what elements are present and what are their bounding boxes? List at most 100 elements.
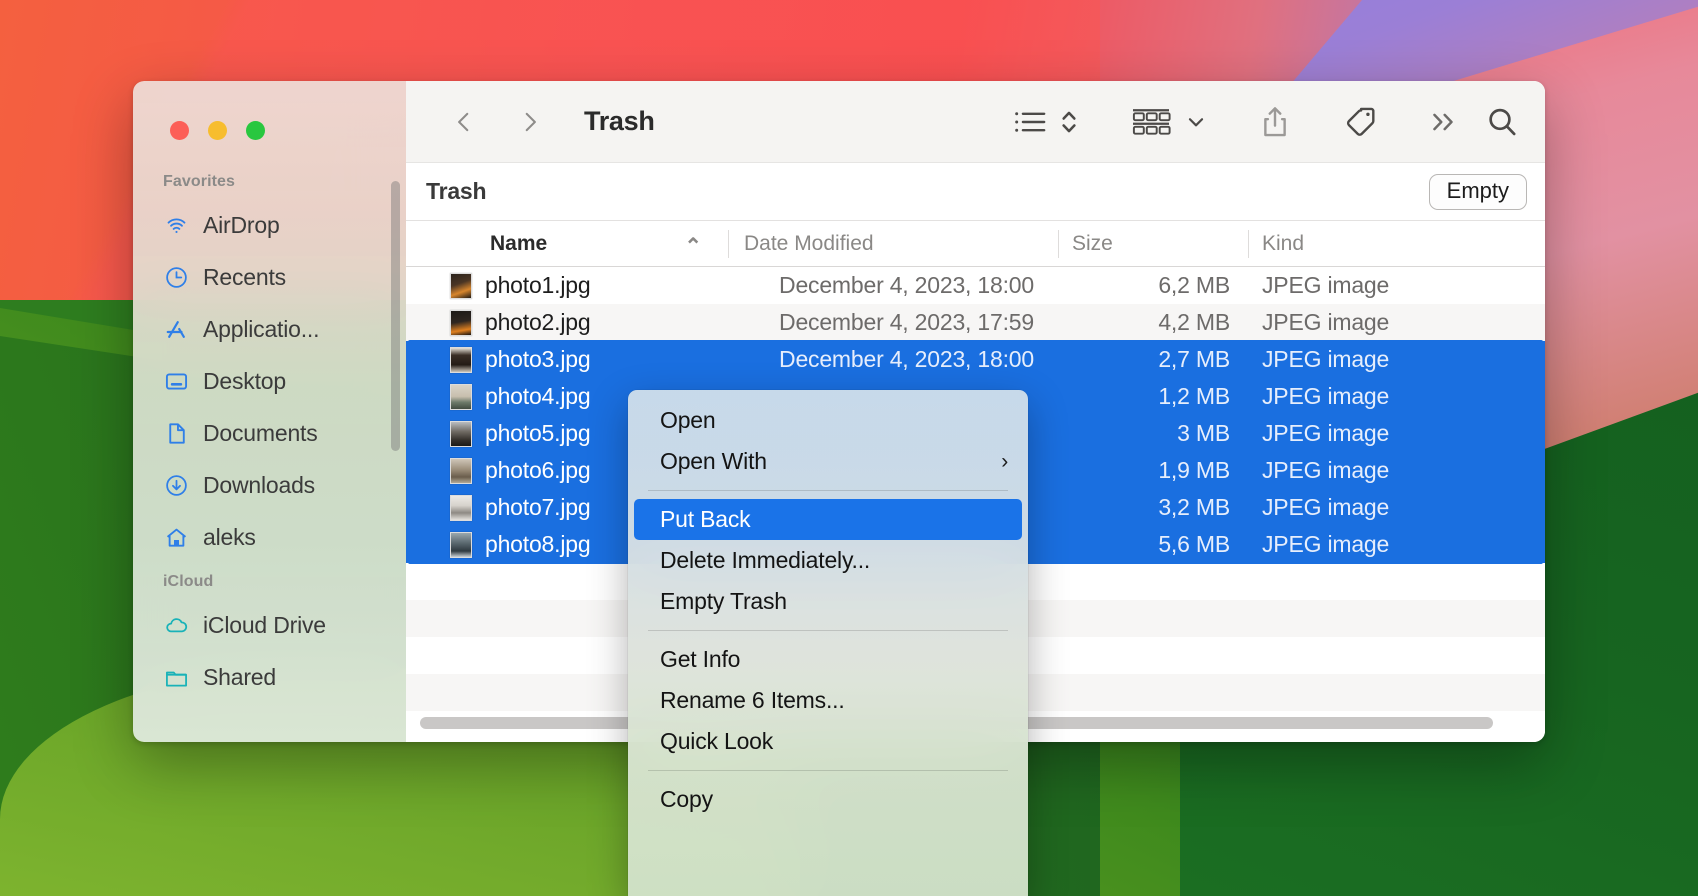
- file-name-label: photo3.jpg: [485, 346, 591, 372]
- file-date-cell: December 4, 2023, 18:00: [779, 346, 1034, 372]
- file-thumbnail-icon: [450, 494, 472, 521]
- menu-item-put-back[interactable]: Put Back: [634, 499, 1022, 540]
- file-kind-cell: JPEG image: [1262, 272, 1390, 298]
- download-icon: [163, 472, 189, 498]
- forward-button[interactable]: [506, 98, 554, 146]
- file-kind-cell: JPEG image: [1262, 383, 1390, 409]
- file-thumbnail-icon: [450, 309, 472, 336]
- sidebar-item-label: Applicatio...: [203, 315, 320, 342]
- sidebar-item-shared[interactable]: Shared: [133, 651, 406, 703]
- column-header-name-label: Name: [490, 231, 548, 255]
- file-kind-cell: JPEG image: [1262, 420, 1390, 446]
- file-name-label: photo7.jpg: [485, 494, 591, 520]
- menu-item-label: Rename 6 Items...: [660, 687, 845, 713]
- sidebar-scrollbar[interactable]: [391, 181, 400, 451]
- applications-icon: [163, 316, 189, 342]
- sidebar-item-icloud-drive[interactable]: iCloud Drive: [133, 599, 406, 651]
- file-kind-cell: JPEG image: [1262, 531, 1390, 557]
- minimize-button[interactable]: [208, 121, 227, 140]
- column-headers: Name ⌃ Date Modified Size Kind: [406, 221, 1545, 267]
- file-size-cell: 3,2 MB: [1158, 494, 1230, 520]
- menu-item-label: Put Back: [660, 506, 751, 532]
- sidebar-section-icloud-title: iCloud: [163, 573, 214, 590]
- sidebar-item-label: aleks: [203, 523, 256, 550]
- list-view-button[interactable]: [1013, 98, 1047, 146]
- file-kind-cell: JPEG image: [1262, 309, 1390, 335]
- sidebar-item-home[interactable]: aleks: [133, 511, 406, 563]
- sidebar: Favorites AirDrop Recents Applicatio... …: [133, 81, 406, 742]
- file-size-cell: 4,2 MB: [1158, 309, 1230, 335]
- file-name-cell: photo2.jpg: [406, 309, 728, 336]
- file-name-label: photo1.jpg: [485, 272, 591, 298]
- toolbar: Trash: [406, 81, 1545, 163]
- menu-item-label: Quick Look: [660, 728, 774, 754]
- back-button[interactable]: [440, 98, 488, 146]
- share-button[interactable]: [1259, 98, 1291, 146]
- menu-separator: [648, 630, 1008, 631]
- sidebar-item-airdrop[interactable]: AirDrop: [133, 199, 406, 251]
- column-header-kind[interactable]: Kind: [1248, 221, 1545, 267]
- sidebar-item-label: AirDrop: [203, 211, 280, 238]
- menu-item-quick-look[interactable]: Quick Look: [634, 721, 1022, 762]
- menu-item-label: Delete Immediately...: [660, 547, 871, 573]
- chevron-down-icon[interactable]: [1185, 98, 1207, 146]
- menu-item-label: Open With: [660, 448, 767, 474]
- file-name-cell: photo1.jpg: [406, 272, 728, 299]
- column-header-size-label: Size: [1072, 231, 1113, 255]
- menu-item-empty-trash[interactable]: Empty Trash: [634, 581, 1022, 622]
- tag-button[interactable]: [1343, 98, 1377, 146]
- file-name-label: photo5.jpg: [485, 420, 591, 446]
- document-icon: [163, 420, 189, 446]
- path-label: Trash: [426, 178, 487, 204]
- empty-trash-button[interactable]: Empty: [1428, 173, 1527, 210]
- sidebar-item-applications[interactable]: Applicatio...: [133, 303, 406, 355]
- file-size-cell: 1,9 MB: [1158, 457, 1230, 483]
- maximize-button[interactable]: [246, 121, 265, 140]
- menu-separator: [648, 770, 1008, 771]
- file-size-cell: 1,2 MB: [1158, 383, 1230, 409]
- column-header-name[interactable]: Name ⌃: [406, 221, 728, 267]
- sidebar-item-label: Shared: [203, 663, 276, 690]
- sidebar-item-desktop[interactable]: Desktop: [133, 355, 406, 407]
- column-header-date[interactable]: Date Modified: [728, 221, 1058, 267]
- table-row[interactable]: photo3.jpg December 4, 2023, 18:00 2,7 MB J…: [406, 341, 1545, 378]
- group-by-button[interactable]: [1131, 98, 1171, 146]
- menu-item-delete-immediately[interactable]: Delete Immediately...: [634, 540, 1022, 581]
- sort-button[interactable]: [1059, 98, 1079, 146]
- menu-item-copy[interactable]: Copy: [634, 779, 1022, 820]
- file-size-cell: 6,2 MB: [1158, 272, 1230, 298]
- menu-item-label: Copy: [660, 786, 713, 812]
- path-bar: Trash Empty: [406, 163, 1545, 221]
- column-header-size[interactable]: Size: [1058, 221, 1248, 267]
- airdrop-icon: [163, 212, 189, 238]
- column-header-date-label: Date Modified: [744, 231, 874, 255]
- menu-item-label: Empty Trash: [660, 588, 787, 614]
- file-size-cell: 5,6 MB: [1158, 531, 1230, 557]
- file-thumbnail-icon: [450, 420, 472, 447]
- sidebar-item-recents[interactable]: Recents: [133, 251, 406, 303]
- table-row[interactable]: photo1.jpg December 4, 2023, 18:00 6,2 MB J…: [406, 267, 1545, 304]
- menu-item-get-info[interactable]: Get Info: [634, 639, 1022, 680]
- sidebar-item-downloads[interactable]: Downloads: [133, 459, 406, 511]
- submenu-chevron-icon: ›: [1001, 449, 1008, 473]
- search-button[interactable]: [1485, 98, 1519, 146]
- file-kind-cell: JPEG image: [1262, 494, 1390, 520]
- menu-item-open[interactable]: Open: [634, 400, 1022, 441]
- menu-item-open-with[interactable]: Open With ›: [634, 441, 1022, 482]
- sidebar-section-favorites-title: Favorites: [163, 173, 236, 190]
- file-size-cell: 2,7 MB: [1158, 346, 1230, 372]
- sidebar-item-label: Recents: [203, 263, 286, 290]
- more-toolbar-button[interactable]: [1429, 98, 1459, 146]
- menu-item-label: Get Info: [660, 646, 741, 672]
- sort-ascending-icon: ⌃: [684, 234, 702, 258]
- sidebar-item-label: Desktop: [203, 367, 286, 394]
- menu-item-rename-6-items[interactable]: Rename 6 Items...: [634, 680, 1022, 721]
- sidebar-item-documents[interactable]: Documents: [133, 407, 406, 459]
- page-title: Trash: [584, 106, 655, 136]
- file-name-label: photo8.jpg: [485, 531, 591, 557]
- table-row[interactable]: photo2.jpg December 4, 2023, 17:59 4,2 MB J…: [406, 304, 1545, 341]
- sidebar-item-label: Documents: [203, 419, 318, 446]
- file-thumbnail-icon: [450, 383, 472, 410]
- close-button[interactable]: [170, 121, 189, 140]
- window-controls[interactable]: [170, 121, 265, 140]
